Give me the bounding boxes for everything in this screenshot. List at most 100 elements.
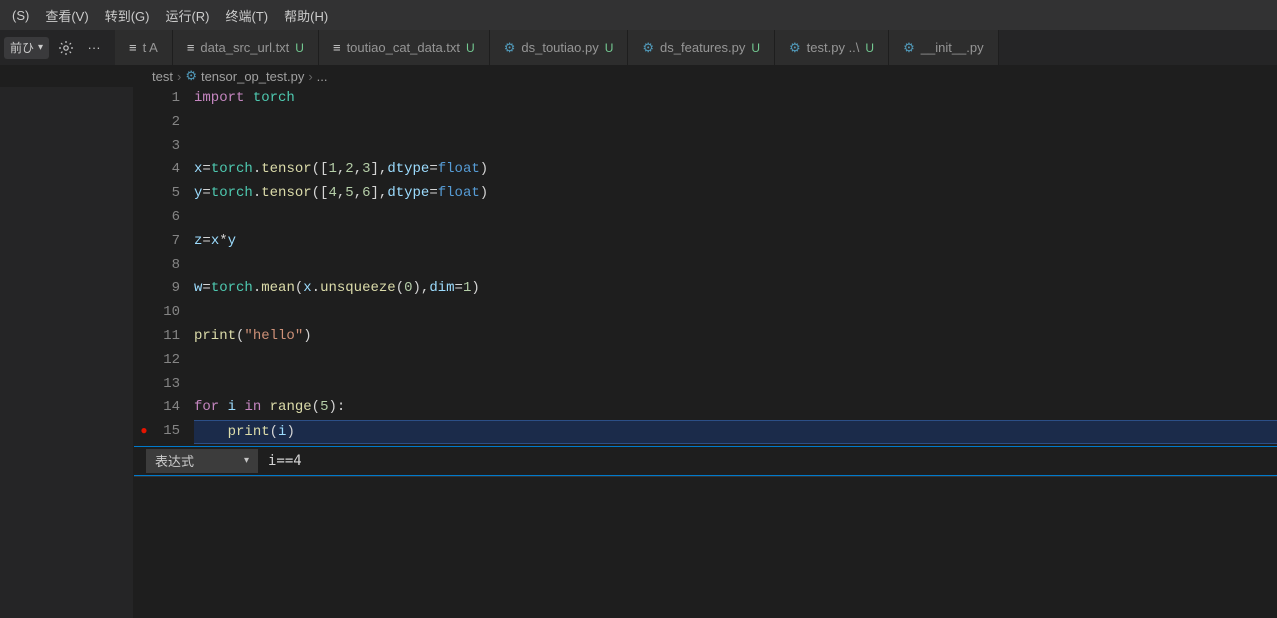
text-file-icon: ≡ [187, 40, 195, 55]
code-line[interactable]: import torch [194, 87, 1277, 111]
tab-label: ds_toutiao.py [521, 40, 598, 55]
code-line[interactable]: w=torch.mean(x.unsqueeze(0),dim=1) [194, 277, 1277, 301]
line-number: 13 [154, 373, 180, 397]
tab-label: test.py ..\ [807, 40, 860, 55]
editor-tab[interactable]: ⚙ds_features.pyU [628, 30, 775, 65]
chevron-right-icon: › [308, 69, 312, 84]
breakpoint-slot[interactable] [134, 135, 154, 159]
code-area[interactable]: ● 123456789101112131415 import torchx=to… [134, 87, 1277, 444]
code-line[interactable] [194, 111, 1277, 135]
line-number: 2 [154, 111, 180, 135]
code-line[interactable]: z=x*y [194, 230, 1277, 254]
breakpoint-slot[interactable] [134, 182, 154, 206]
breakpoint-condition-type-select[interactable]: 表达式 ▾ [146, 449, 258, 473]
breakpoint-slot[interactable] [134, 301, 154, 325]
tab-status: U [466, 41, 475, 55]
debug-config-label: 前ひ [10, 39, 34, 56]
menu-item[interactable]: 终端(T) [218, 0, 277, 30]
breakpoint-slot[interactable] [134, 158, 154, 182]
more-icon[interactable]: ··· [83, 37, 105, 59]
code-line[interactable] [194, 254, 1277, 278]
menu-item[interactable]: 帮助(H) [276, 0, 336, 30]
breakpoint-slot[interactable] [134, 254, 154, 278]
breadcrumbs[interactable]: test › ⚙ tensor_op_test.py › ... [134, 65, 1277, 87]
line-number: 6 [154, 206, 180, 230]
menu-item[interactable]: (S) [4, 0, 37, 30]
breakpoint-slot[interactable] [134, 396, 154, 420]
code-line[interactable]: print("hello") [194, 325, 1277, 349]
menu-item[interactable]: 运行(R) [157, 0, 217, 30]
line-number: 7 [154, 230, 180, 254]
breakpoint-slot[interactable] [134, 373, 154, 397]
menu-bar: (S)查看(V)转到(G)运行(R)终端(T)帮助(H) [0, 0, 1277, 30]
gear-icon[interactable] [55, 37, 77, 59]
code-line[interactable] [194, 206, 1277, 230]
editor-tab[interactable]: ≡t A [115, 30, 173, 65]
line-number-gutter: 123456789101112131415 [154, 87, 194, 444]
line-number: 3 [154, 135, 180, 159]
line-number: 9 [154, 277, 180, 301]
debug-toolbar: 前ひ ▾ ··· [0, 37, 105, 59]
python-file-icon: ⚙ [903, 40, 915, 56]
breadcrumb-file[interactable]: tensor_op_test.py [201, 69, 304, 84]
text-file-icon: ≡ [333, 40, 341, 55]
breakpoint-slot[interactable] [134, 349, 154, 373]
code-line[interactable]: y=torch.tensor([4,5,6],dtype=float) [194, 182, 1277, 206]
line-number: 4 [154, 158, 180, 182]
code-line[interactable]: for i in range(5): [194, 396, 1277, 420]
breadcrumb-symbol[interactable]: ... [317, 69, 328, 84]
breakpoint-slot[interactable] [134, 325, 154, 349]
breakpoint-slot[interactable] [134, 230, 154, 254]
code-line[interactable] [194, 373, 1277, 397]
chevron-right-icon: › [177, 69, 181, 84]
code-line[interactable] [194, 349, 1277, 373]
tab-label: data_src_url.txt [200, 40, 289, 55]
tab-label: t A [143, 40, 158, 55]
breakpoint-gutter[interactable]: ● [134, 87, 154, 444]
editor-tab[interactable]: ≡toutiao_cat_data.txtU [319, 30, 490, 65]
editor-tab[interactable]: ⚙ __init__.py [889, 30, 999, 65]
breakpoint-slot[interactable]: ● [134, 420, 154, 444]
code-line[interactable]: x=torch.tensor([1,2,3],dtype=float) [194, 158, 1277, 182]
breakpoint-slot[interactable] [134, 111, 154, 135]
editor-area: ● 123456789101112131415 import torchx=to… [0, 87, 1277, 618]
python-file-icon: ⚙ [504, 40, 516, 56]
editor-tab[interactable]: ≡ data_src_url.txt U [173, 30, 319, 65]
breakpoint-icon: ● [140, 424, 147, 438]
line-number: 11 [154, 325, 180, 349]
sidebar-panel [0, 87, 134, 618]
condition-type-label: 表达式 [155, 451, 194, 470]
code-line[interactable]: print(i) [194, 420, 1277, 444]
line-number: 10 [154, 301, 180, 325]
chevron-down-icon: ▾ [38, 42, 43, 53]
python-file-icon: ⚙ [789, 40, 801, 56]
tab-label: __init__.py [921, 40, 984, 55]
code-lines[interactable]: import torch x=torch.tensor([1,2,3],dtype… [194, 87, 1277, 444]
breadcrumb-folder[interactable]: test [152, 69, 173, 84]
editor-main: ● 123456789101112131415 import torchx=to… [134, 87, 1277, 618]
line-number: 15 [154, 420, 180, 444]
line-number: 8 [154, 254, 180, 278]
conditional-breakpoint-editor: 表达式 ▾ [134, 446, 1277, 476]
chevron-down-icon: ▾ [244, 455, 249, 466]
line-number: 1 [154, 87, 180, 111]
breakpoint-slot[interactable] [134, 206, 154, 230]
code-line[interactable] [194, 135, 1277, 159]
python-file-icon: ⚙ [185, 68, 197, 84]
editor-tab[interactable]: ⚙ test.py ..\ U [775, 30, 889, 65]
breakpoint-condition-input[interactable] [268, 453, 1277, 469]
debug-config-selector[interactable]: 前ひ ▾ [4, 37, 49, 59]
menu-item[interactable]: 转到(G) [97, 0, 158, 30]
breakpoint-slot[interactable] [134, 277, 154, 301]
editor-tabs: ≡t A≡data_src_url.txtU≡toutiao_cat_data.… [115, 30, 999, 65]
code-line[interactable] [194, 301, 1277, 325]
editor-tab[interactable]: ⚙ ds_toutiao.py U [490, 30, 629, 65]
menu-item[interactable]: 查看(V) [37, 0, 96, 30]
breakpoint-slot[interactable] [134, 87, 154, 111]
python-file-icon: ⚙ [642, 40, 654, 56]
tab-status: U [751, 41, 760, 55]
tab-status: U [865, 41, 874, 55]
bottom-panel [134, 476, 1277, 618]
tab-status: U [605, 41, 614, 55]
tab-status: U [295, 41, 304, 55]
